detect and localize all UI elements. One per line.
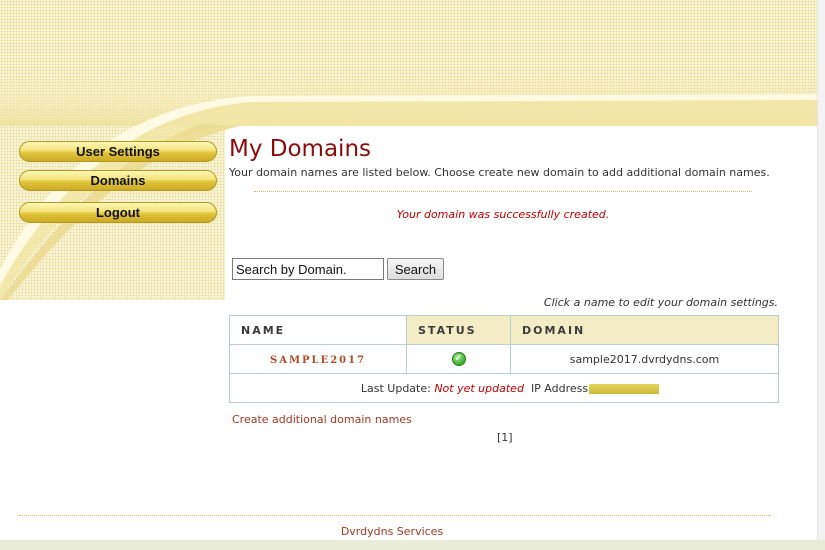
edit-hint: Click a name to edit your domain setting…: [543, 296, 778, 309]
column-header-status: STATUS: [406, 315, 511, 345]
table-row: SAMPLE2017 ✓ sample2017.dvrdydns.com: [229, 344, 779, 374]
footer-text[interactable]: Dvrdydns Services: [229, 525, 555, 538]
ip-address-redacted: [589, 383, 660, 394]
footer-divider: [19, 515, 771, 516]
sidebar-item-domains[interactable]: Domains: [19, 170, 217, 191]
pagination[interactable]: [1]: [497, 431, 513, 444]
create-domain-link[interactable]: Create additional domain names: [232, 413, 412, 426]
divider: [254, 191, 752, 192]
last-update-label: Last Update:: [360, 381, 431, 395]
table-header-row: NAME STATUS DOMAIN: [229, 315, 779, 345]
sidebar-item-user-settings[interactable]: User Settings: [19, 141, 217, 162]
success-message: Your domain was successfully created.: [396, 208, 610, 221]
ip-address-label: IP Address: [530, 381, 589, 395]
last-update-value: Not yet updated: [434, 381, 524, 395]
check-circle-icon: ✓: [451, 352, 466, 366]
domain-host-cell: sample2017.dvrdydns.com: [510, 344, 779, 374]
table-row-details: Last Update: Not yet updated IP Address: [229, 373, 779, 403]
search-button[interactable]: Search: [387, 258, 444, 280]
column-header-domain: DOMAIN: [510, 315, 779, 345]
page: User Settings Domains Logout My Domains …: [0, 0, 825, 550]
window-bottom-edge: [0, 540, 825, 550]
search-input[interactable]: [232, 258, 384, 280]
domain-name-cell: SAMPLE2017: [229, 344, 407, 374]
sidebar-lower-background: [0, 300, 225, 540]
intro-text: Your domain names are listed below. Choo…: [229, 166, 770, 179]
domain-name-link[interactable]: SAMPLE2017: [270, 355, 366, 366]
domain-status-cell: ✓: [406, 344, 511, 374]
window-right-edge: [817, 0, 825, 550]
sidebar-item-logout[interactable]: Logout: [19, 202, 217, 223]
last-update-cell: Last Update: Not yet updated IP Address: [229, 373, 779, 403]
domains-table: NAME STATUS DOMAIN SAMPLE2017 ✓ sample20…: [229, 315, 779, 403]
page-title: My Domains: [229, 136, 371, 162]
column-header-name: NAME: [229, 315, 407, 345]
